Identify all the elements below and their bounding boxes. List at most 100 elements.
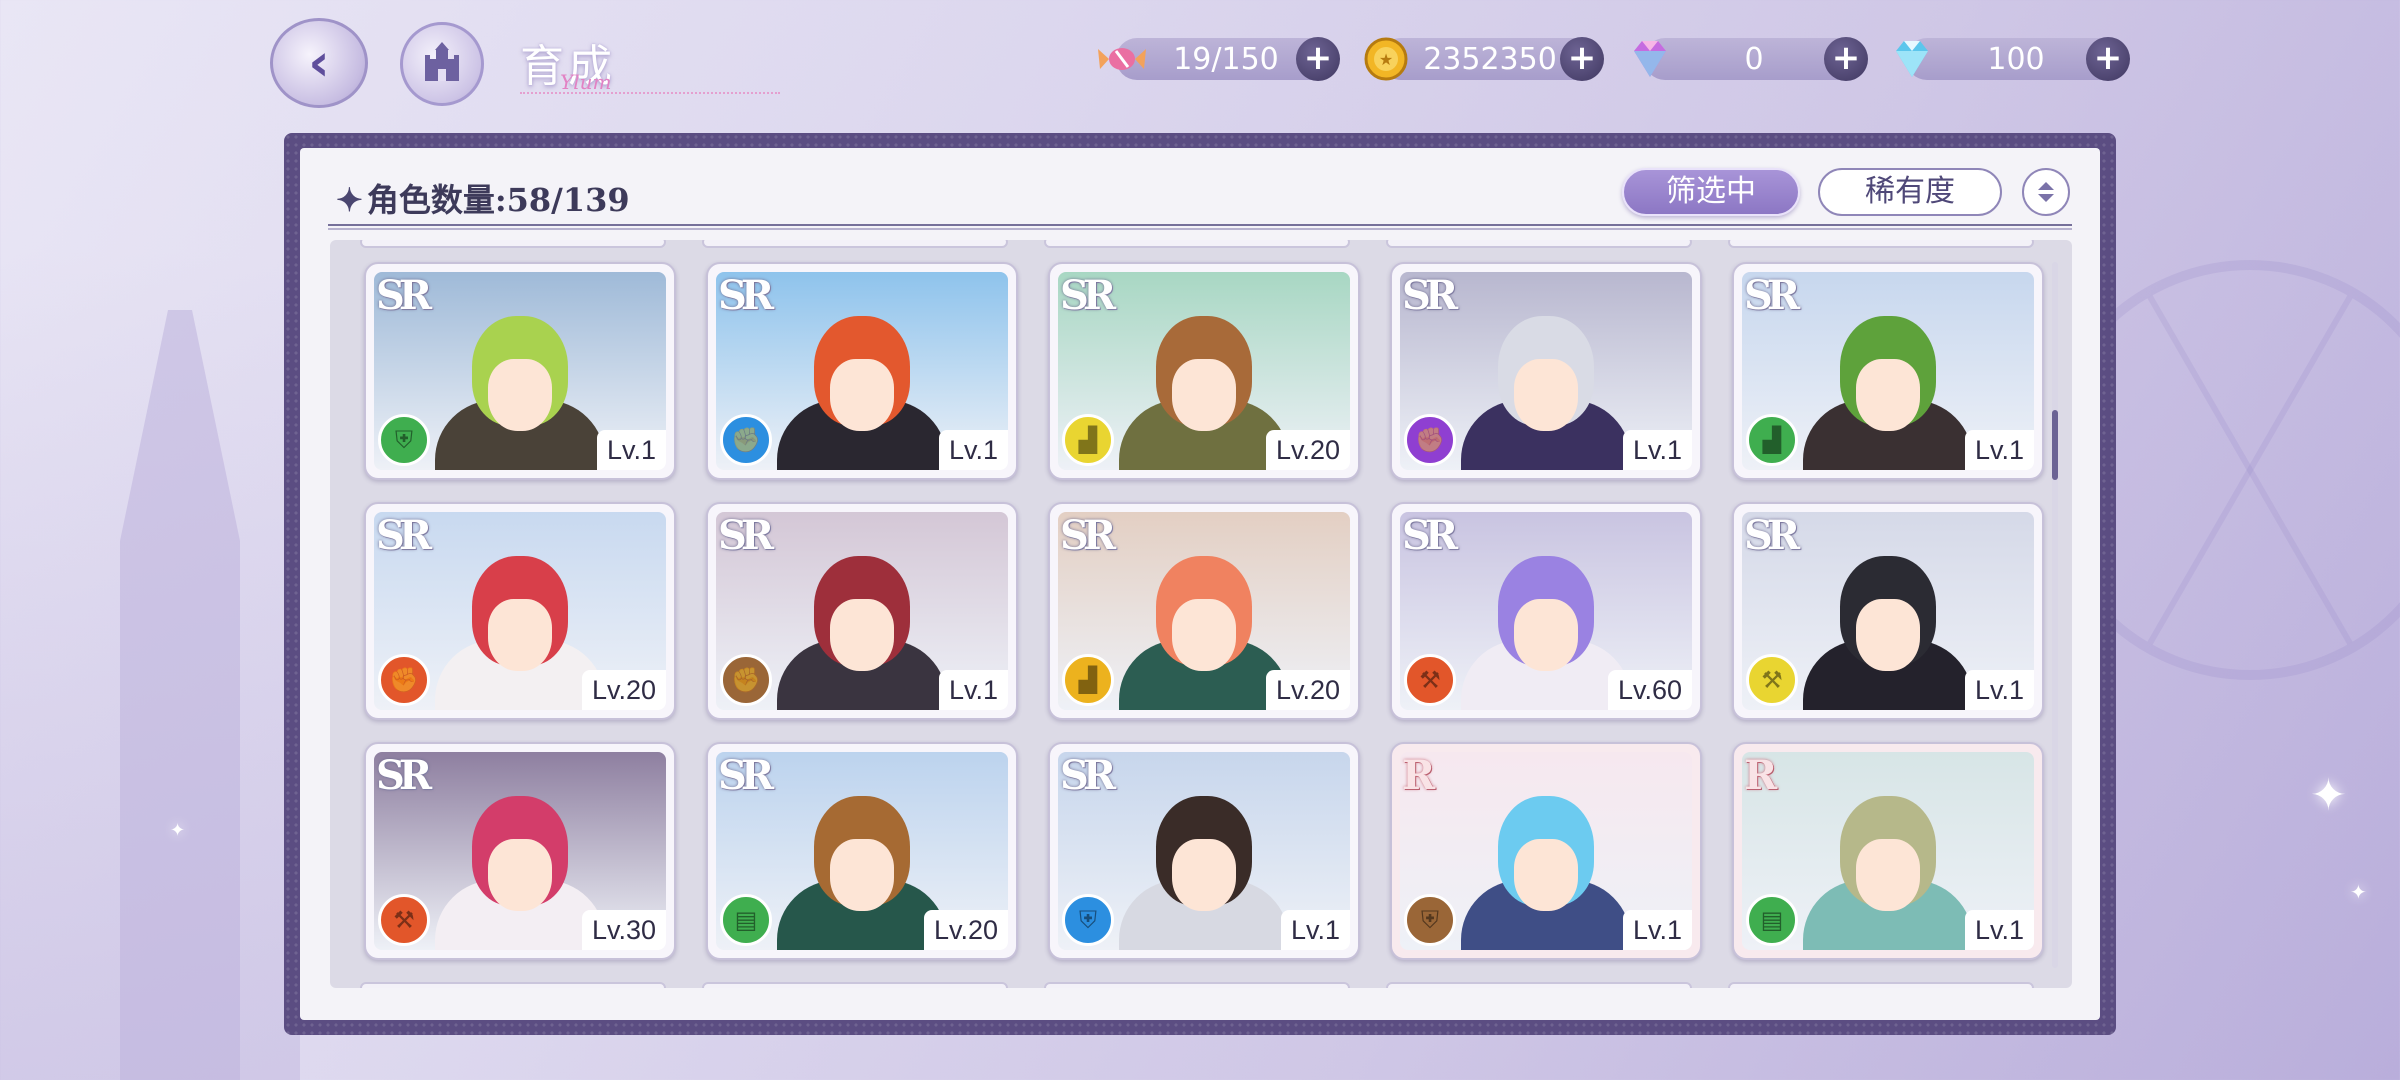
diamond-counter: 100 + [1896,37,2130,81]
add-gem-button[interactable]: + [1824,37,1868,81]
level-label: Lv.1 [1964,430,2034,470]
rarity-badge: SR [1744,272,1800,319]
add-candy-button[interactable]: + [1296,37,1340,81]
character-card[interactable]: SR ▟ Lv.1 [1732,262,2044,480]
header-divider [328,224,2072,230]
level-label: Lv.1 [1622,910,1692,950]
star-icon: ✦ [336,181,363,219]
partial-card [1044,982,1350,988]
character-card[interactable]: SR ⚒ Lv.60 [1390,502,1702,720]
character-card[interactable]: SR ⚒ Lv.1 [1732,502,2044,720]
scrollbar-thumb[interactable] [2052,410,2058,480]
partial-card [1386,240,1692,248]
shield-icon: ⛨ [1404,894,1456,946]
hammer-icon: ⚒ [1404,654,1456,706]
character-face [1856,359,1920,432]
sparkle-icon: ✦ [2310,770,2347,821]
sparkle-icon: ✦ [2350,880,2367,904]
partial-card [1728,982,2034,988]
level-label: Lv.1 [1964,670,2034,710]
level-label: Lv.1 [596,430,666,470]
partial-card [360,982,666,988]
candy-counter: 19/150 + [1098,37,1340,81]
level-label: Lv.20 [1265,670,1350,710]
rarity-badge: SR [1402,512,1458,559]
character-card[interactable]: SR ✊ Lv.1 [706,262,1018,480]
svg-text:★: ★ [1379,50,1393,69]
gem-counter: 0 + [1634,37,1868,81]
partial-card [1386,982,1692,988]
background-castle [0,250,300,1080]
gem-icon [1624,33,1676,85]
candy-icon [1096,33,1148,85]
character-card[interactable]: SR ▟ Lv.20 [1048,502,1360,720]
scrollbar-track[interactable] [2052,262,2058,968]
book-icon: ▤ [720,894,772,946]
partial-card [702,240,1008,248]
sparkle-icon: ✦ [170,820,186,841]
partial-card [1044,240,1350,248]
filter-button[interactable]: 筛选中 [1622,168,1800,216]
rarity-badge: SR [1402,272,1458,319]
character-card[interactable]: SR ⛨ Lv.1 [1048,742,1360,960]
rarity-badge: SR [376,752,432,799]
character-face [830,359,894,432]
title-script: Ylum [560,70,612,94]
rarity-badge: SR [1060,512,1116,559]
character-card[interactable]: SR ✊ Lv.1 [706,502,1018,720]
character-face [488,599,552,672]
boot-icon: ▟ [1746,414,1798,466]
character-card[interactable]: SR ▤ Lv.20 [706,742,1018,960]
fist-icon: ✊ [378,654,430,706]
character-count-value: 58/139 [506,181,630,219]
character-card[interactable]: SR ⚒ Lv.30 [364,742,676,960]
character-card[interactable]: SR ▟ Lv.20 [1048,262,1360,480]
character-face [1172,359,1236,432]
gold-value: 2352350 [1423,41,1557,77]
diamond-value: 100 [1987,41,2045,77]
sort-arrows-icon [2038,182,2054,202]
level-label: Lv.1 [938,670,1008,710]
level-label: Lv.1 [1622,430,1692,470]
character-face [1856,839,1920,912]
sort-rarity-button[interactable]: 稀有度 [1818,168,2002,216]
boot-icon: ▟ [1062,654,1114,706]
shield-icon: ⛨ [1062,894,1114,946]
rarity-badge: R [1402,752,1435,799]
back-button[interactable]: ‹ [270,18,368,108]
character-card[interactable]: SR ✊ Lv.20 [364,502,676,720]
sort-order-button[interactable] [2022,168,2070,216]
character-card[interactable]: R ⛨ Lv.1 [1390,742,1702,960]
character-face [488,839,552,912]
back-arrow-icon: ‹ [308,33,330,93]
character-count-label: 角色数量: [366,181,507,219]
home-button[interactable] [400,22,484,106]
character-face [1172,599,1236,672]
character-face [1856,599,1920,672]
level-label: Lv.30 [581,910,666,950]
character-card[interactable]: R ▤ Lv.1 [1732,742,2044,960]
add-diamond-button[interactable]: + [2086,37,2130,81]
gem-value: 0 [1744,41,1764,77]
rarity-badge: SR [718,512,774,559]
book-icon: ▤ [1746,894,1798,946]
character-count: ✦ 角色数量:58/139 [336,175,630,221]
title-decoration: Ylum [520,68,780,94]
candy-value: 19/150 [1173,41,1279,77]
character-card[interactable]: SR ✊ Lv.1 [1390,262,1702,480]
fist-icon: ✊ [1404,414,1456,466]
partial-card [1728,240,2034,248]
character-face [830,839,894,912]
add-gold-button[interactable]: + [1560,37,1604,81]
level-label: Lv.60 [1607,670,1692,710]
character-face [1514,599,1578,672]
boot-icon: ▟ [1062,414,1114,466]
character-face [1514,359,1578,432]
level-label: Lv.1 [938,430,1008,470]
hammer-icon: ⚒ [378,894,430,946]
rarity-badge: R [1744,752,1777,799]
diamond-icon [1886,33,1938,85]
rarity-badge: SR [1744,512,1800,559]
character-card[interactable]: SR ⛨ Lv.1 [364,262,676,480]
level-label: Lv.1 [1964,910,2034,950]
